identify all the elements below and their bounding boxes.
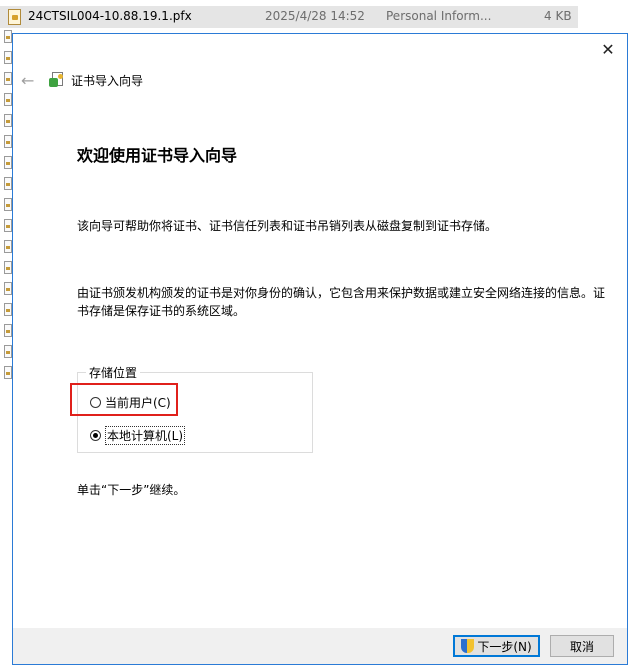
- intro-paragraph: 该向导可帮助你将证书、证书信任列表和证书吊销列表从磁盘复制到证书存储。: [77, 219, 498, 233]
- file-icon: [4, 72, 12, 85]
- file-icon: [4, 156, 12, 169]
- certificate-import-wizard-dialog: ✕ ← 证书导入向导 欢迎使用证书导入向导 该向导可帮助你将证书、证书信任列表和…: [12, 33, 628, 665]
- uac-shield-icon: [461, 639, 475, 653]
- radio-label-local-machine[interactable]: 本地计算机(L): [105, 426, 186, 445]
- file-icon: [4, 282, 12, 295]
- file-icon: [4, 303, 12, 316]
- file-icon: [4, 261, 12, 274]
- file-pfx-icon: [8, 9, 21, 25]
- selection-highlight-box: [70, 383, 178, 416]
- description-paragraph: 由证书颁发机构颁发的证书是对你身份的确认，它包含用来保护数据或建立安全网络连接的…: [77, 286, 606, 318]
- file-icon: [4, 219, 12, 232]
- file-size: 4 KB: [544, 9, 572, 23]
- file-icon: [4, 51, 12, 64]
- file-icon: [4, 30, 12, 43]
- file-icon: [4, 324, 12, 337]
- wizard-title: 证书导入向导: [71, 73, 144, 88]
- radio-local-machine[interactable]: 本地计算机(L): [90, 426, 186, 445]
- file-date: 2025/4/28 14:52: [265, 9, 365, 23]
- file-type: Personal Inform...: [386, 9, 492, 23]
- file-icon: [4, 366, 12, 379]
- back-arrow-icon[interactable]: ←: [21, 71, 43, 90]
- wizard-nav-bar: ← 证书导入向导: [21, 70, 143, 90]
- explorer-file-row[interactable]: 24CTSIL004-10.88.19.1.pfx 2025/4/28 14:5…: [0, 6, 578, 28]
- certificate-wizard-icon: [49, 72, 65, 88]
- radio-button-checked[interactable]: [90, 430, 101, 441]
- close-icon[interactable]: ✕: [595, 38, 621, 60]
- file-icon: [4, 345, 12, 358]
- file-name: 24CTSIL004-10.88.19.1.pfx: [28, 9, 192, 23]
- store-location-legend: 存储位置: [86, 364, 141, 381]
- file-icon: [4, 114, 12, 127]
- next-button[interactable]: 下一步(N): [453, 635, 540, 657]
- cancel-button[interactable]: 取消: [550, 635, 614, 657]
- file-icon: [4, 135, 12, 148]
- file-icon: [4, 93, 12, 106]
- file-icon: [4, 198, 12, 211]
- file-icon: [4, 177, 12, 190]
- dialog-footer: 下一步(N) 取消: [13, 628, 627, 664]
- page-heading: 欢迎使用证书导入向导: [77, 146, 238, 165]
- continue-instruction: 单击“下一步”继续。: [77, 483, 186, 497]
- file-icon: [4, 240, 12, 253]
- next-button-label: 下一步(N): [477, 639, 532, 654]
